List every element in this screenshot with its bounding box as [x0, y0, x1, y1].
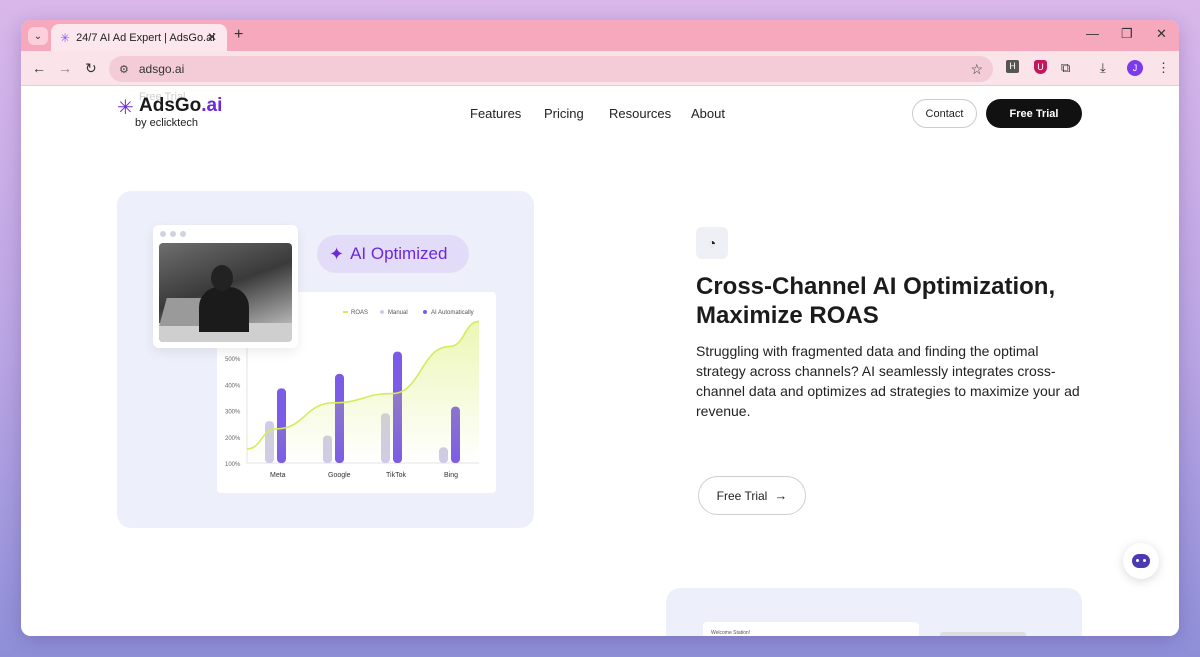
sparkle-icon: ✦	[329, 243, 345, 264]
photo-window	[153, 225, 298, 348]
page-content: Free Trial ✳ AdsGo.ai by eclicktech Feat…	[21, 87, 1179, 636]
person-working-photo	[159, 243, 292, 342]
tab-active[interactable]: ✳ 24/7 AI Ad Expert | AdsGo.ai ✕	[51, 24, 227, 51]
feature-free-trial-label: Free Trial	[716, 488, 768, 503]
x-tick-label: Bing	[444, 472, 458, 479]
chat-assistant-button[interactable]	[1123, 543, 1159, 579]
y-tick-label: 500%	[225, 357, 241, 363]
download-icon[interactable]: ⤓	[1100, 60, 1106, 76]
next-feature-card: Welcome Station!	[666, 588, 1082, 636]
legend-swatch	[343, 311, 348, 313]
tab-title: 24/7 AI Ad Expert | AdsGo.ai	[76, 31, 215, 44]
x-tick-label: TikTok	[386, 472, 406, 479]
y-tick-label: 100%	[225, 462, 241, 468]
favicon-icon: ✳	[60, 30, 71, 45]
x-tick-label: Meta	[270, 472, 286, 479]
legend-label: Manual	[388, 310, 408, 316]
profile-avatar[interactable]: J	[1127, 60, 1143, 76]
extension-shield-icon[interactable]: U	[1034, 60, 1047, 74]
feature-headline: Cross-Channel AI Optimization, Maximize …	[696, 273, 1056, 329]
bookmark-star-icon[interactable]: ☆	[970, 61, 983, 78]
y-tick-label: 400%	[225, 383, 241, 389]
nav-resources[interactable]: Resources	[609, 106, 671, 121]
x-tick-label: Google	[328, 472, 351, 479]
address-bar[interactable]: ⚙ adsgo.ai ☆	[109, 56, 993, 82]
free-trial-button[interactable]: Free Trial	[986, 99, 1082, 128]
extension-h-icon[interactable]: H	[1006, 60, 1019, 73]
y-tick-label: 300%	[225, 410, 241, 416]
back-icon[interactable]: ←	[32, 60, 46, 76]
logo-text: AdsGo.ai	[139, 95, 223, 116]
window-dot	[180, 231, 186, 237]
logo-asterisk-icon: ✳	[117, 97, 134, 119]
photo-person-body	[199, 287, 249, 332]
ai-optimized-badge: ✦ AI Optimized	[317, 235, 469, 273]
reload-icon[interactable]: ↻	[85, 60, 97, 77]
feature-illustration: 500% 400% 300% 200% 100% ROAS Manual AI Automat…	[117, 191, 534, 528]
logo-byline: by eclicktech	[135, 117, 198, 129]
nav-features[interactable]: Features	[470, 106, 521, 121]
site-info-icon[interactable]: ⚙	[119, 63, 129, 76]
close-window-icon[interactable]: ✕	[1156, 26, 1167, 42]
tab-close-icon[interactable]: ✕	[207, 30, 217, 44]
badge-label: AI Optimized	[350, 244, 448, 263]
minimize-icon[interactable]: —	[1086, 26, 1099, 41]
robot-face-icon	[1132, 554, 1150, 568]
legend-swatch	[380, 310, 384, 314]
tab-strip: ⌄ ✳ 24/7 AI Ad Expert | AdsGo.ai ✕ + — ❐…	[21, 20, 1179, 51]
browser-window: ⌄ ✳ 24/7 AI Ad Expert | AdsGo.ai ✕ + — ❐…	[21, 20, 1179, 636]
url-text: adsgo.ai	[138, 62, 185, 76]
feature-description: Struggling with fragmented data and find…	[696, 343, 1080, 419]
legend-label: AI Automatically	[431, 310, 474, 316]
browser-toolbar: ← → ↻ ⚙ adsgo.ai ☆ H U ⧉ ⤓ J ⋮	[21, 51, 1179, 86]
legend-swatch	[423, 310, 427, 314]
menu-kebab-icon[interactable]: ⋮	[1157, 60, 1170, 76]
feature-gauge-icon: ◔	[696, 227, 728, 259]
contact-button[interactable]: Contact	[912, 99, 977, 128]
restore-icon[interactable]: ❐	[1121, 26, 1133, 42]
nav-pricing[interactable]: Pricing	[544, 106, 584, 121]
window-dot	[170, 231, 176, 237]
photo-person-head	[211, 265, 233, 291]
preview-text: Welcome Station!	[711, 630, 751, 636]
feature-free-trial-button[interactable]: Free Trial →	[698, 476, 806, 515]
legend-label: ROAS	[351, 310, 368, 316]
window-dot	[160, 231, 166, 237]
y-tick-label: 200%	[225, 436, 241, 442]
arrow-right-icon: →	[774, 488, 788, 503]
next-feature-preview: Welcome Station!	[703, 622, 919, 636]
tab-search-dropdown-icon[interactable]: ⌄	[28, 27, 48, 45]
next-feature-preview-bar	[940, 632, 1026, 636]
extensions-puzzle-icon[interactable]: ⧉	[1061, 60, 1070, 76]
new-tab-icon[interactable]: +	[234, 26, 243, 44]
forward-icon[interactable]: →	[58, 60, 72, 76]
nav-about[interactable]: About	[691, 106, 725, 121]
